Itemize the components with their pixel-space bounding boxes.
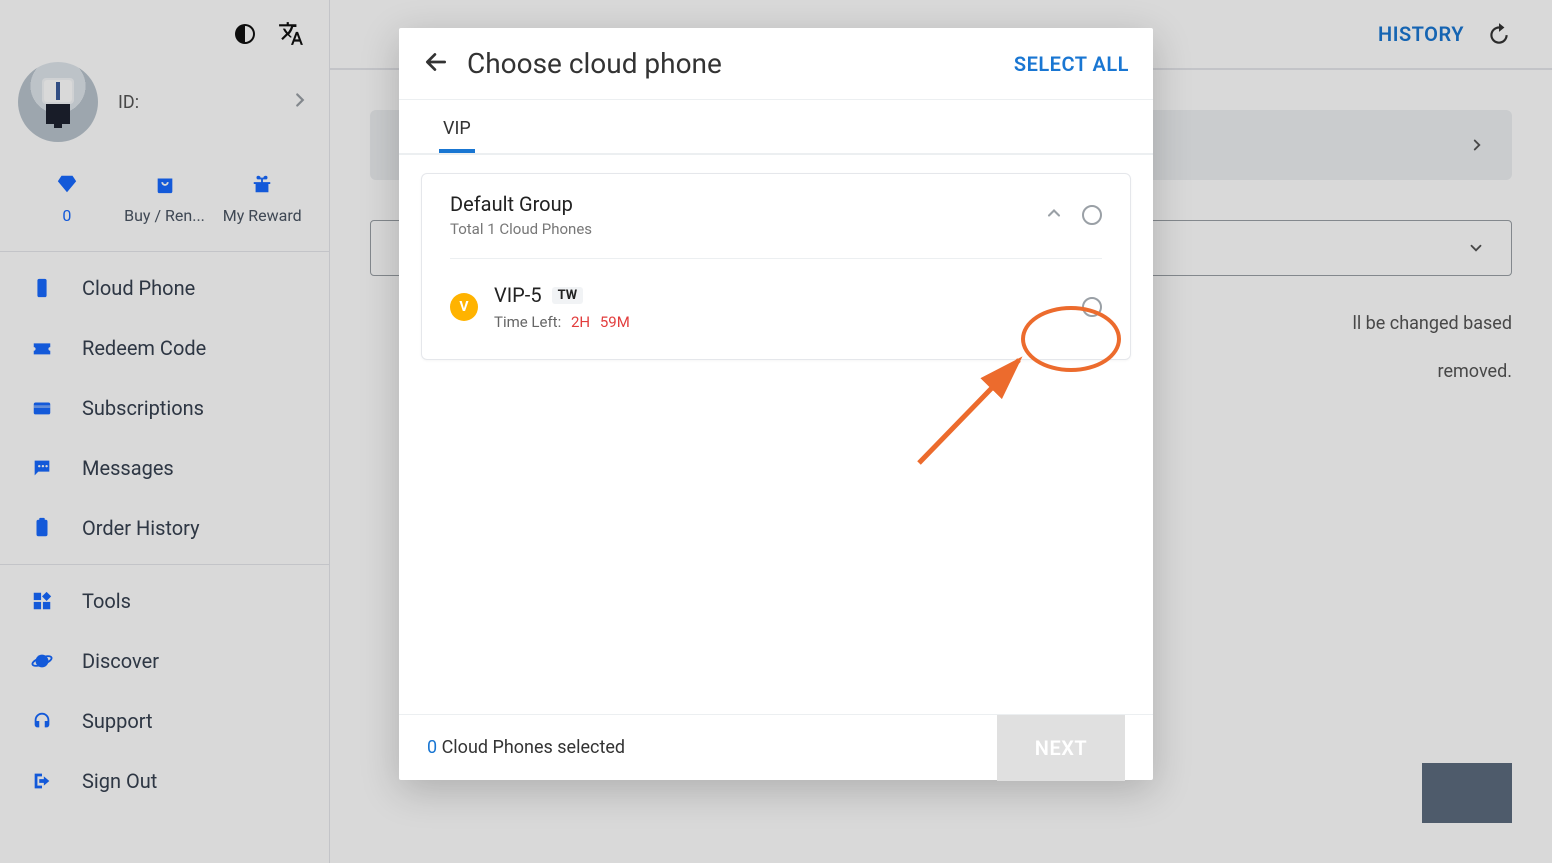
modal-title: Choose cloud phone (467, 47, 722, 80)
group-name: Default Group (450, 192, 592, 216)
region-tag: TW (552, 287, 584, 304)
choose-cloud-phone-modal: Choose cloud phone SELECT ALL VIP Defaul… (399, 28, 1153, 780)
group-count: Total 1 Cloud Phones (450, 220, 592, 238)
selected-count: 0 Cloud Phones selected (427, 737, 625, 758)
vip-badge-icon: V (450, 293, 478, 321)
select-all-button[interactable]: SELECT ALL (1014, 52, 1129, 76)
phone-row[interactable]: V VIP-5 TW Time Left: 2H 59M (422, 259, 1130, 359)
time-hours: 2H (571, 313, 590, 331)
chevron-up-icon[interactable] (1044, 203, 1064, 227)
next-button[interactable]: NEXT (997, 715, 1125, 781)
time-left-label: Time Left: (494, 313, 561, 331)
app-root: ID: 0 Buy / Ren... My Reward Cloud Phone… (0, 0, 1552, 863)
group-select-radio[interactable] (1082, 205, 1102, 225)
back-arrow-icon[interactable] (423, 49, 449, 79)
phone-select-radio[interactable] (1082, 297, 1102, 317)
tab-vip[interactable]: VIP (439, 110, 475, 153)
time-minutes: 59M (600, 313, 630, 331)
phone-name: VIP-5 (494, 283, 542, 307)
group-card: Default Group Total 1 Cloud Phones V VIP… (421, 173, 1131, 360)
